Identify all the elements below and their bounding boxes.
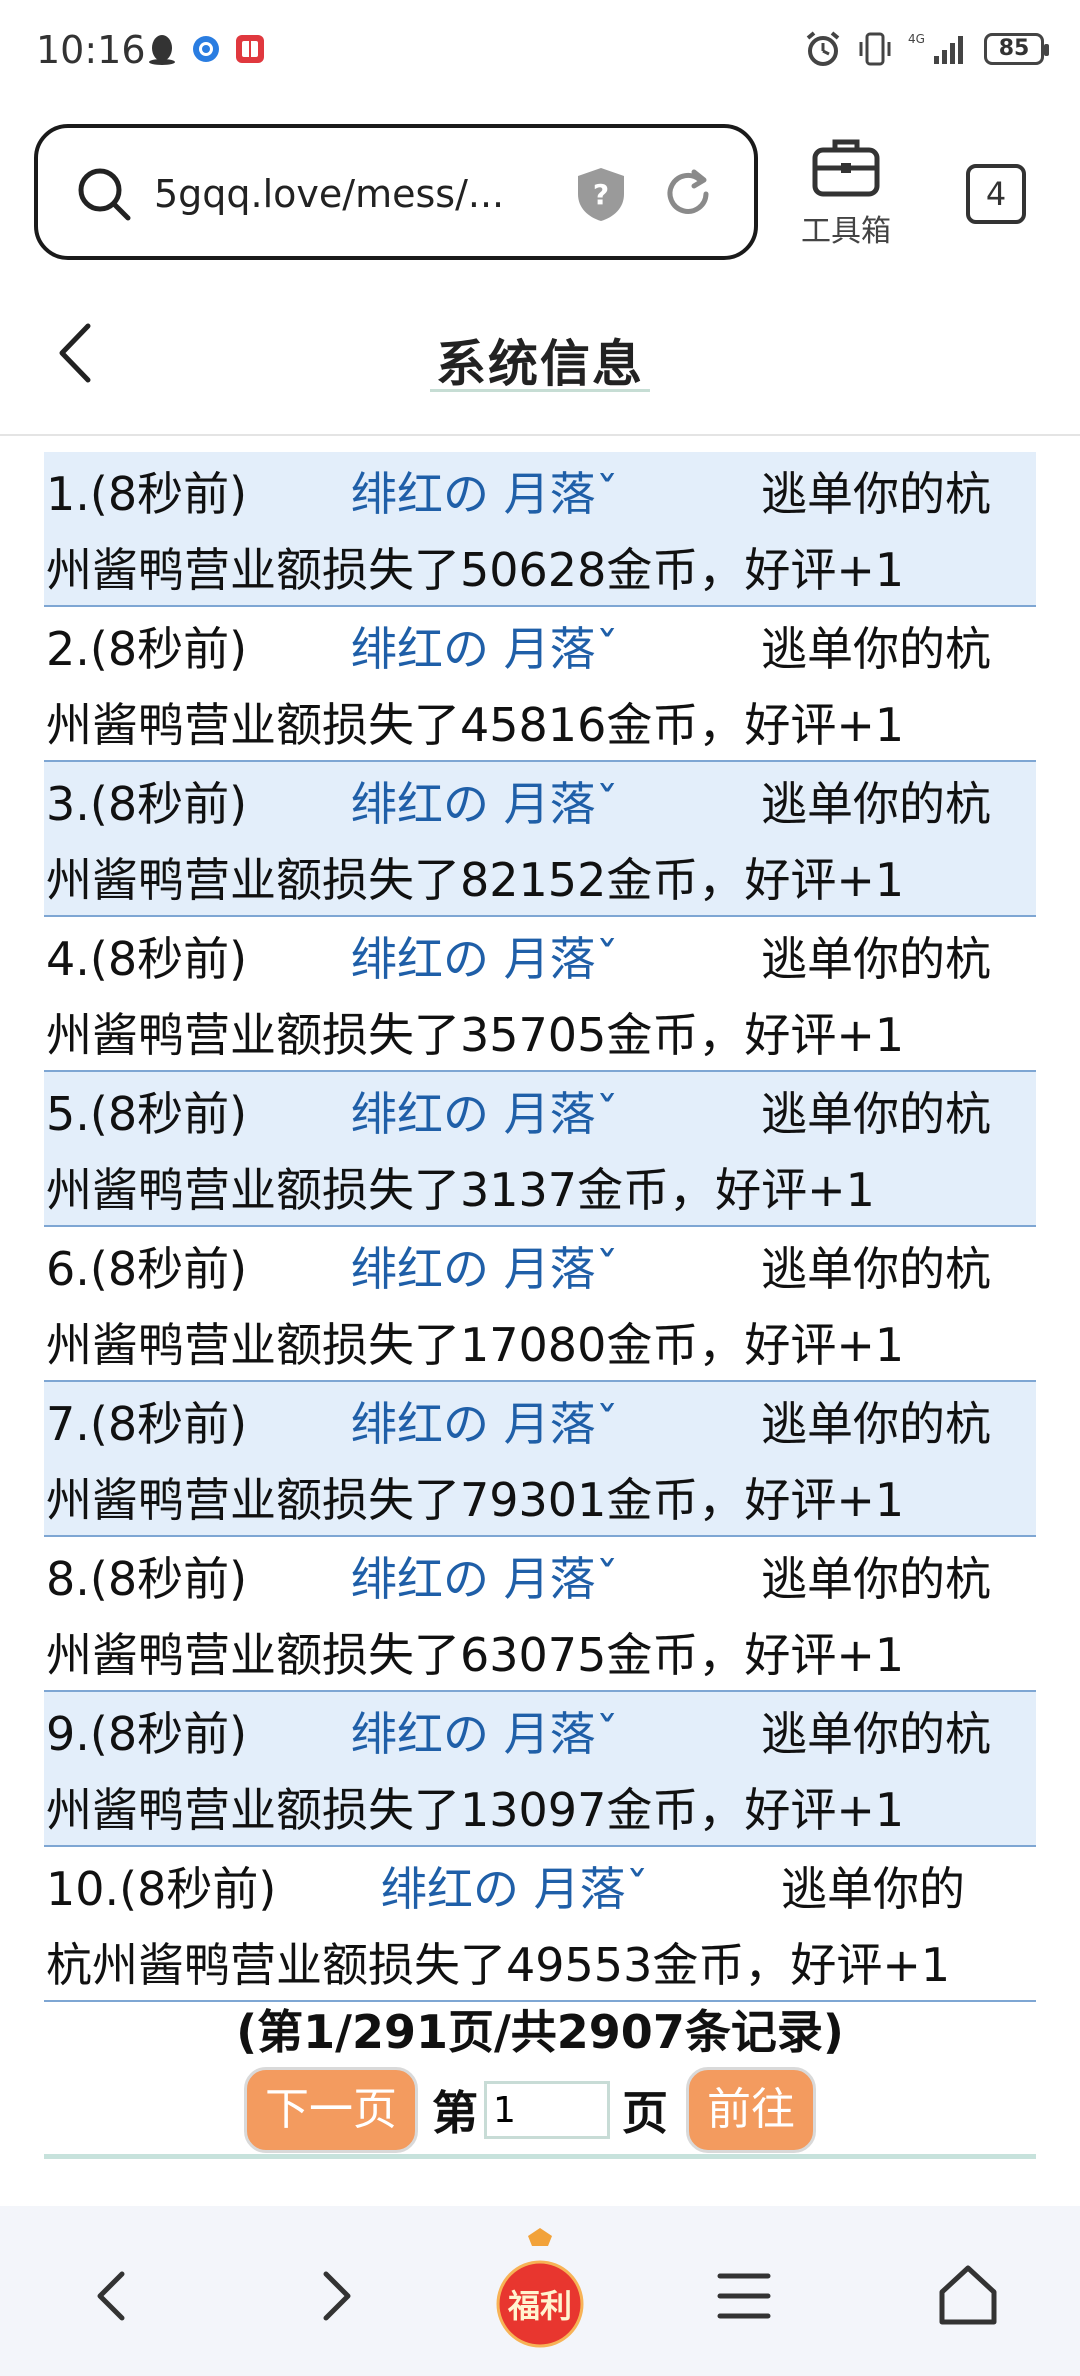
browser-app-icon <box>193 36 219 62</box>
message-user-link[interactable]: 绯红の 月落ˇ <box>351 1231 761 1307</box>
message-text: 州酱鸭营业额损失了50628金币，好评+1 <box>46 543 905 597</box>
message-action: 逃单你的杭 <box>761 1087 991 1141</box>
search-icon <box>78 168 131 221</box>
title-underline <box>430 389 650 392</box>
message-user-link[interactable]: 绯红の 月落ˇ <box>351 1541 761 1617</box>
message-action: 逃单你的杭 <box>761 932 991 986</box>
message-action: 逃单你的 <box>781 1862 965 1916</box>
message-index: 3.(8秒前) <box>46 777 248 831</box>
toolbox-button[interactable]: 工具箱 <box>790 136 902 256</box>
message-item: 8.(8秒前) 绯红の 月落ˇ 逃单你的杭 州酱鸭营业额损失了63075金币，好评+… <box>44 1537 1036 1692</box>
message-item: 4.(8秒前) 绯红の 月落ˇ 逃单你的杭 州酱鸭营业额损失了35705金币，好评+… <box>44 917 1036 1072</box>
message-text: 州酱鸭营业额损失了63075金币，好评+1 <box>46 1628 905 1682</box>
toolbox-icon <box>812 139 880 197</box>
message-action: 逃单你的杭 <box>761 1552 991 1606</box>
message-text: 州酱鸭营业额损失了35705金币，好评+1 <box>46 1008 905 1062</box>
message-index: 9.(8秒前) <box>46 1707 248 1761</box>
message-action: 逃单你的杭 <box>761 1397 991 1451</box>
book-app-icon <box>236 35 264 63</box>
svg-text:?: ? <box>593 178 609 211</box>
network-type-label: 4G <box>908 32 925 46</box>
message-user-link[interactable]: 绯红の 月落ˇ <box>351 1696 761 1772</box>
toolbox-label: 工具箱 <box>801 214 891 249</box>
message-text: 州酱鸭营业额损失了45816金币，好评+1 <box>46 698 905 752</box>
message-user-link[interactable]: 绯红の 月落ˇ <box>351 766 761 842</box>
pagination-info: (第1/291页/共2907条记录) <box>236 2005 844 2059</box>
message-list: 1.(8秒前) 绯红の 月落ˇ 逃单你的杭 州酱鸭营业额损失了50628金币，好评+… <box>44 452 1036 2002</box>
message-text: 州酱鸭营业额损失了79301金币，好评+1 <box>46 1473 905 1527</box>
status-time: 10:16 <box>36 28 146 72</box>
message-item: 5.(8秒前) 绯红の 月落ˇ 逃单你的杭 州酱鸭营业额损失了3137金币，好评+1 <box>44 1072 1036 1227</box>
message-user-link[interactable]: 绯红の 月落ˇ <box>351 611 761 687</box>
message-item: 3.(8秒前) 绯红の 月落ˇ 逃单你的杭 州酱鸭营业额损失了82152金币，好评+… <box>44 762 1036 917</box>
message-item: 10.(8秒前) 绯红の 月落ˇ 逃单你的 杭州酱鸭营业额损失了49553金币，好评… <box>44 1847 1036 2002</box>
message-index: 1.(8秒前) <box>46 467 248 521</box>
message-action: 逃单你的杭 <box>761 622 991 676</box>
message-action: 逃单你的杭 <box>761 1707 991 1761</box>
status-right-icons: 4G 85 <box>804 30 1049 68</box>
pagination-divider <box>44 2154 1036 2159</box>
header-divider <box>0 434 1080 436</box>
message-item: 1.(8秒前) 绯红の 月落ˇ 逃单你的杭 州酱鸭营业额损失了50628金币，好评+… <box>44 452 1036 607</box>
message-index: 6.(8秒前) <box>46 1242 248 1296</box>
cellular-signal-icon: 4G <box>908 32 963 64</box>
message-item: 6.(8秒前) 绯红の 月落ˇ 逃单你的杭 州酱鸭营业额损失了17080金币，好评+… <box>44 1227 1036 1382</box>
message-user-link[interactable]: 绯红の 月落ˇ <box>351 1386 761 1462</box>
battery-indicator: 85 <box>984 33 1049 65</box>
nav-forward-icon[interactable] <box>296 2256 376 2336</box>
security-shield-icon[interactable]: ? <box>574 166 628 222</box>
tab-count-button[interactable]: 4 <box>966 164 1026 224</box>
message-index: 2.(8秒前) <box>46 622 248 676</box>
message-text: 州酱鸭营业额损失了3137金币，好评+1 <box>46 1163 875 1217</box>
message-user-link[interactable]: 绯红の 月落ˇ <box>381 1851 781 1927</box>
page-number-input[interactable] <box>484 2081 610 2139</box>
message-index: 8.(8秒前) <box>46 1552 248 1606</box>
menu-icon[interactable] <box>704 2256 784 2336</box>
message-index: 10.(8秒前) <box>46 1862 277 1916</box>
address-bar[interactable]: 5gqq.love/mess/... ? <box>34 124 758 260</box>
go-button[interactable]: 前往 <box>686 2067 816 2153</box>
next-page-button[interactable]: 下一页 <box>244 2067 418 2153</box>
qq-penguin-icon <box>149 35 175 65</box>
message-item: 2.(8秒前) 绯红の 月落ˇ 逃单你的杭 州酱鸭营业额损失了45816金币，好评+… <box>44 607 1036 762</box>
status-bar: 10:16 4G 85 <box>0 0 1080 106</box>
status-notification-icons <box>146 32 266 66</box>
refresh-icon[interactable] <box>660 166 716 222</box>
page-suffix-label: 页 <box>622 2086 668 2140</box>
message-index: 5.(8秒前) <box>46 1087 248 1141</box>
message-item: 9.(8秒前) 绯红の 月落ˇ 逃单你的杭 州酱鸭营业额损失了13097金币，好评+… <box>44 1692 1036 1847</box>
message-item: 7.(8秒前) 绯红の 月落ˇ 逃单你的杭 州酱鸭营业额损失了79301金币，好评+… <box>44 1382 1036 1537</box>
message-index: 4.(8秒前) <box>46 932 248 986</box>
message-text: 州酱鸭营业额损失了82152金币，好评+1 <box>46 853 905 907</box>
nav-back-icon[interactable] <box>72 2256 152 2336</box>
message-text: 州酱鸭营业额损失了13097金币，好评+1 <box>46 1783 905 1837</box>
bottom-navigation: 福利 <box>0 2206 1080 2376</box>
alarm-icon <box>806 31 840 66</box>
vibrate-icon <box>859 32 891 66</box>
fuli-bonus-button[interactable]: 福利 <box>490 2222 590 2362</box>
fuli-label: 福利 <box>507 2287 572 2325</box>
url-text[interactable]: 5gqq.love/mess/... <box>154 172 504 216</box>
page-title: 系统信息 <box>436 335 644 393</box>
page-prefix-label: 第 <box>432 2086 478 2140</box>
message-action: 逃单你的杭 <box>761 777 991 831</box>
home-icon[interactable] <box>928 2256 1008 2336</box>
message-user-link[interactable]: 绯红の 月落ˇ <box>351 1076 761 1152</box>
message-text: 杭州酱鸭营业额损失了49553金币，好评+1 <box>46 1938 951 1992</box>
message-action: 逃单你的杭 <box>761 467 991 521</box>
message-text: 州酱鸭营业额损失了17080金币，好评+1 <box>46 1318 905 1372</box>
message-user-link[interactable]: 绯红の 月落ˇ <box>351 456 761 532</box>
message-user-link[interactable]: 绯红の 月落ˇ <box>351 921 761 997</box>
pagination-controls: 下一页 第 页 前往 <box>244 2066 816 2154</box>
message-index: 7.(8秒前) <box>46 1397 248 1451</box>
message-action: 逃单你的杭 <box>761 1242 991 1296</box>
